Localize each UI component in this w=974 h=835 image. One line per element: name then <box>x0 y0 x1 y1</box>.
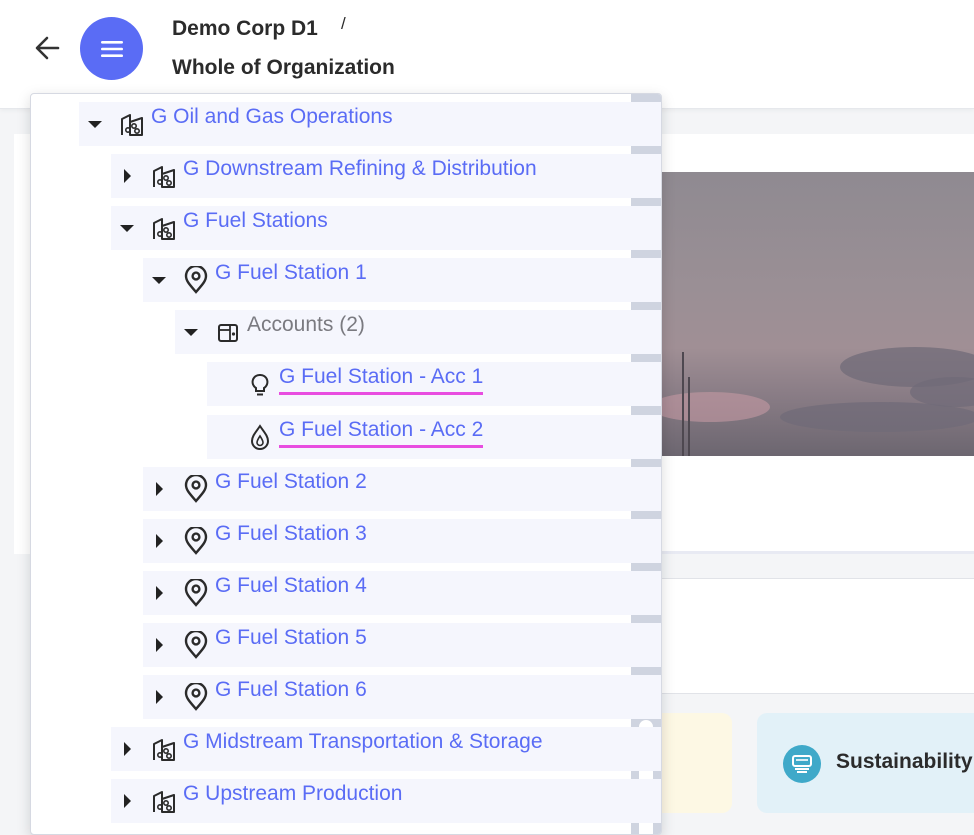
tree-node-label[interactable]: Accounts (2) <box>247 313 365 337</box>
caret-right-icon[interactable] <box>119 168 135 184</box>
tree-node-label[interactable]: G Fuel Station 1 <box>215 261 367 285</box>
lightbulb-icon <box>251 374 269 396</box>
section-divider <box>660 551 974 554</box>
tree-node-fuel-station-5[interactable]: G Fuel Station 5 <box>143 623 661 667</box>
screen-stack-icon <box>783 745 821 783</box>
tree-node-downstream-refining[interactable]: G Downstream Refining & Distribution <box>111 154 661 198</box>
caret-right-icon[interactable] <box>119 741 135 757</box>
caret-right-icon[interactable] <box>151 481 167 497</box>
tree-node-fuel-station-6[interactable]: G Fuel Station 6 <box>143 675 661 719</box>
tree-node-midstream-transportation[interactable]: G Midstream Transportation & Storage <box>111 727 661 771</box>
tree-node-label[interactable]: G Fuel Station 5 <box>215 626 367 650</box>
breadcrumb-separator: / <box>341 14 346 33</box>
hamburger-menu-icon <box>100 40 123 57</box>
caret-down-icon[interactable] <box>87 116 103 132</box>
tree-node-label[interactable]: G Fuel Station - Acc 1 <box>279 365 484 395</box>
tree-node-label[interactable]: G Fuel Station 3 <box>215 522 367 546</box>
location-pin-icon <box>184 475 208 503</box>
back-button[interactable] <box>30 30 66 66</box>
tree-node-label[interactable]: G Midstream Transportation & Storage <box>183 730 543 754</box>
arrow-left-icon <box>35 36 60 60</box>
tree-node-account-1[interactable]: G Fuel Station - Acc 1 <box>207 362 661 406</box>
caret-down-icon[interactable] <box>151 272 167 288</box>
caret-down-icon[interactable] <box>183 324 199 340</box>
location-pin-icon <box>184 683 208 711</box>
caret-down-icon[interactable] <box>119 220 135 236</box>
hierarchy-dropdown: G Oil and Gas Operations G Downstream Re… <box>30 93 662 835</box>
location-pin-icon <box>184 527 208 555</box>
tree-node-label[interactable]: G Oil and Gas Operations <box>151 105 393 129</box>
caret-right-icon[interactable] <box>151 585 167 601</box>
tree-node-label[interactable]: G Fuel Station 2 <box>215 470 367 494</box>
tree-node-fuel-station-4[interactable]: G Fuel Station 4 <box>143 571 661 615</box>
sustainability-label: Sustainability <box>836 750 973 773</box>
building-group-icon <box>153 791 175 813</box>
building-group-icon <box>153 739 175 761</box>
menu-button[interactable] <box>80 17 143 80</box>
tree-node-label[interactable]: G Upstream Production <box>183 782 402 806</box>
caret-right-icon[interactable] <box>151 637 167 653</box>
tree-node-fuel-stations[interactable]: G Fuel Stations <box>111 206 661 250</box>
tree-node-label[interactable]: G Fuel Station 4 <box>215 574 367 598</box>
caret-right-icon[interactable] <box>119 793 135 809</box>
flame-drop-icon <box>250 424 270 450</box>
tree-node-label[interactable]: G Fuel Station 6 <box>215 678 367 702</box>
tree-node-fuel-station-1[interactable]: G Fuel Station 1 <box>143 258 661 302</box>
caret-right-icon[interactable] <box>151 533 167 549</box>
tree-node-account-2[interactable]: G Fuel Station - Acc 2 <box>207 415 661 459</box>
location-pin-icon <box>184 266 208 294</box>
tree-node-fuel-station-2[interactable]: G Fuel Station 2 <box>143 467 661 511</box>
tree-node-upstream-production[interactable]: G Upstream Production <box>111 779 661 823</box>
breadcrumb-organization[interactable]: Demo Corp D1 <box>172 17 318 41</box>
location-pin-icon <box>184 631 208 659</box>
content-section <box>660 578 974 694</box>
breadcrumb-scope[interactable]: Whole of Organization <box>172 56 395 80</box>
tree-node-oil-and-gas-operations[interactable]: G Oil and Gas Operations <box>79 102 661 146</box>
building-group-icon <box>153 218 175 240</box>
building-group-icon <box>121 114 143 136</box>
tree-node-accounts[interactable]: Accounts (2) <box>175 310 661 354</box>
tree-node-label[interactable]: G Downstream Refining & Distribution <box>183 157 537 181</box>
tree-node-label[interactable]: G Fuel Stations <box>183 209 328 233</box>
location-pin-icon <box>184 579 208 607</box>
building-group-icon <box>153 166 175 188</box>
hero-image <box>660 172 974 456</box>
caret-right-icon[interactable] <box>151 689 167 705</box>
tree-node-label[interactable]: G Fuel Station - Acc 2 <box>279 418 484 448</box>
accounts-folder-icon <box>218 324 238 342</box>
tree-node-fuel-station-3[interactable]: G Fuel Station 3 <box>143 519 661 563</box>
